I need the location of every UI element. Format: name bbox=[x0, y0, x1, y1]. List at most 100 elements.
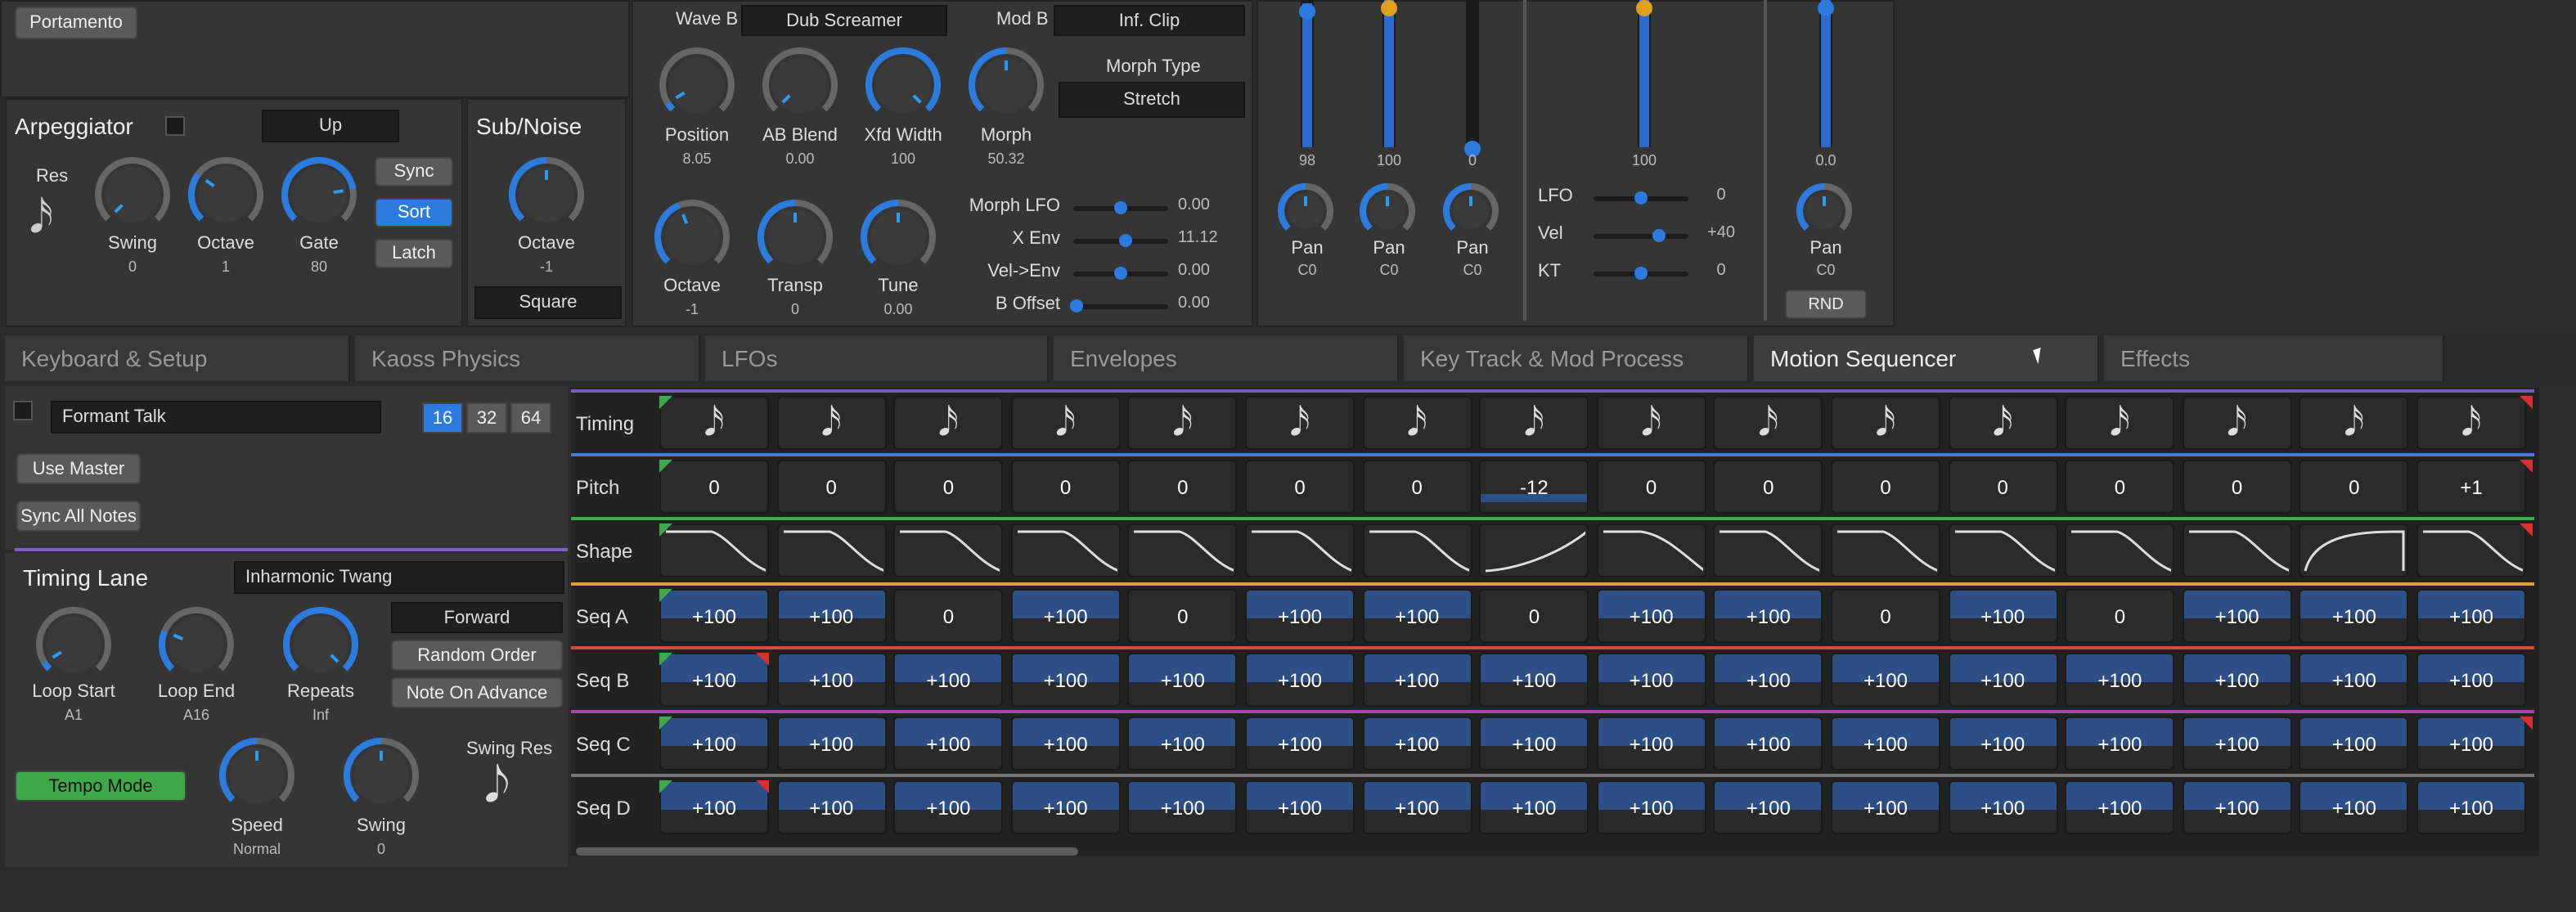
step-cell[interactable]: +100 bbox=[893, 717, 1004, 770]
step-cell[interactable]: +100 bbox=[1713, 653, 1823, 707]
direction-forward-button[interactable]: Forward bbox=[391, 602, 563, 633]
step-cell[interactable]: +100 bbox=[2182, 717, 2292, 770]
step-cell[interactable]: -12 bbox=[1479, 460, 1589, 514]
step-cell[interactable]: 0 bbox=[1831, 460, 1940, 514]
step-cell[interactable]: 0 bbox=[2065, 460, 2175, 514]
step-cell[interactable]: +100 bbox=[659, 717, 769, 770]
step-cell[interactable]: +100 bbox=[1127, 717, 1238, 770]
step-cell[interactable]: 0 bbox=[1127, 589, 1238, 643]
step-cell[interactable]: +100 bbox=[1245, 653, 1355, 707]
direction-note-on-advance-button[interactable]: Note On Advance bbox=[391, 677, 563, 708]
step-cell[interactable]: 0 bbox=[776, 460, 887, 514]
step-cell[interactable] bbox=[1127, 523, 1238, 577]
length-64-button[interactable]: 64 bbox=[510, 402, 551, 434]
step-cell[interactable]: 𝅘𝅥𝅯 bbox=[893, 396, 1004, 450]
arp-enable-checkbox[interactable] bbox=[165, 116, 185, 136]
step-cell[interactable]: +100 bbox=[1948, 589, 2058, 643]
step-cell[interactable]: +100 bbox=[893, 780, 1004, 834]
step-cell[interactable]: +100 bbox=[1010, 653, 1121, 707]
tab-motion-sequencer[interactable]: Motion Sequencer bbox=[1754, 335, 2099, 381]
use-master-button[interactable]: Use Master bbox=[16, 453, 141, 484]
sync-all-notes-button[interactable]: Sync All Notes bbox=[16, 501, 141, 532]
step-cell[interactable]: +100 bbox=[1127, 780, 1238, 834]
step-cell[interactable]: 𝅘𝅥𝅯 bbox=[776, 396, 887, 450]
step-cell[interactable]: 0 bbox=[1596, 460, 1706, 514]
step-cell[interactable]: 0 bbox=[1362, 460, 1472, 514]
step-cell[interactable] bbox=[2299, 523, 2409, 577]
step-cell[interactable]: +100 bbox=[2416, 780, 2526, 834]
osc-transp-knob[interactable] bbox=[756, 198, 834, 276]
step-cell[interactable]: +100 bbox=[2182, 780, 2292, 834]
step-cell[interactable] bbox=[1831, 523, 1940, 577]
mod-slider[interactable] bbox=[1594, 229, 1688, 242]
step-cell[interactable]: 0 bbox=[2182, 460, 2292, 514]
step-cell[interactable]: +100 bbox=[1010, 589, 1121, 643]
step-cell[interactable]: +100 bbox=[1479, 717, 1589, 770]
seq-speed-knob[interactable] bbox=[218, 736, 296, 815]
step-cell[interactable]: 0 bbox=[893, 589, 1004, 643]
tab-kaoss-physics[interactable]: Kaoss Physics bbox=[355, 335, 700, 381]
arp-sort-button[interactable]: Sort bbox=[375, 198, 453, 227]
step-cell[interactable]: +100 bbox=[1010, 780, 1121, 834]
seq-enable-checkbox[interactable] bbox=[13, 401, 33, 420]
step-cell[interactable]: 𝅘𝅥𝅯 bbox=[2065, 396, 2175, 450]
step-cell[interactable]: 𝅘𝅥𝅯 bbox=[1362, 396, 1472, 450]
step-cell[interactable]: 0 bbox=[1831, 589, 1940, 643]
step-cell[interactable]: +100 bbox=[1948, 653, 2058, 707]
step-cell[interactable]: +100 bbox=[1713, 780, 1823, 834]
step-cell[interactable]: +100 bbox=[1713, 717, 1823, 770]
sub-octave-knob[interactable] bbox=[507, 155, 586, 234]
step-cell[interactable] bbox=[776, 523, 887, 577]
step-cell[interactable]: +100 bbox=[1245, 717, 1355, 770]
lane-preset-field[interactable]: Inharmonic Twang bbox=[234, 561, 564, 594]
step-cell[interactable]: +100 bbox=[1596, 653, 1706, 707]
step-cell[interactable]: 𝅘𝅥𝅯 bbox=[1596, 396, 1706, 450]
arp-swing-knob[interactable] bbox=[93, 155, 172, 234]
step-cell[interactable]: +100 bbox=[1479, 653, 1589, 707]
mixer-level-slider[interactable] bbox=[1464, 0, 1481, 157]
arp-sync-button[interactable]: Sync bbox=[375, 157, 453, 186]
step-cell[interactable]: 0 bbox=[1245, 460, 1355, 514]
mod-slider[interactable] bbox=[1594, 191, 1688, 204]
step-cell[interactable]: 𝅘𝅥𝅯 bbox=[1713, 396, 1823, 450]
direction-random-order-button[interactable]: Random Order bbox=[391, 640, 563, 671]
out-pan-knob[interactable] bbox=[1795, 182, 1854, 240]
step-cell[interactable]: +100 bbox=[2416, 653, 2526, 707]
step-cell[interactable]: +100 bbox=[2182, 589, 2292, 643]
tab-keyboard-setup[interactable]: Keyboard & Setup bbox=[5, 335, 350, 381]
step-cell[interactable]: +1 bbox=[2416, 460, 2526, 514]
lane-name-timing[interactable]: Timing bbox=[571, 396, 656, 450]
step-cell[interactable]: 𝅘𝅥𝅯 bbox=[1831, 396, 1940, 450]
step-cell[interactable]: +100 bbox=[659, 780, 769, 834]
arp-octave-knob[interactable] bbox=[187, 155, 265, 234]
step-cell[interactable]: +100 bbox=[2065, 780, 2175, 834]
step-cell[interactable]: 𝅘𝅥𝅯 bbox=[2299, 396, 2409, 450]
step-cell[interactable]: 𝅘𝅥𝅯 bbox=[1479, 396, 1589, 450]
mod-slider[interactable] bbox=[1594, 267, 1688, 280]
step-cell[interactable]: +100 bbox=[1245, 780, 1355, 834]
step-cell[interactable]: 𝅘𝅥𝅯 bbox=[659, 396, 769, 450]
step-cell[interactable] bbox=[659, 523, 769, 577]
osc-morph-knob[interactable] bbox=[967, 46, 1045, 124]
step-cell[interactable]: +100 bbox=[776, 653, 887, 707]
step-cell[interactable]: +100 bbox=[2065, 653, 2175, 707]
out-level-slider[interactable] bbox=[1818, 0, 1834, 147]
step-cell[interactable]: 0 bbox=[2299, 460, 2409, 514]
step-cell[interactable]: 0 bbox=[659, 460, 769, 514]
step-cell[interactable]: +100 bbox=[1362, 653, 1472, 707]
mixer-level-slider[interactable] bbox=[1299, 0, 1315, 147]
seq-loop-end-knob[interactable] bbox=[157, 605, 236, 684]
osc-position-knob[interactable] bbox=[658, 46, 736, 124]
seq-preset-field[interactable]: Formant Talk bbox=[51, 401, 381, 434]
osc-ab-blend-knob[interactable] bbox=[761, 46, 839, 124]
osc-slider[interactable] bbox=[1073, 234, 1168, 247]
step-cell[interactable]: +100 bbox=[1831, 780, 1940, 834]
step-cell[interactable]: +100 bbox=[893, 653, 1004, 707]
step-cell[interactable]: +100 bbox=[2299, 780, 2409, 834]
step-cell[interactable]: 0 bbox=[1479, 589, 1589, 643]
note-sixteenth-icon[interactable]: 𝅘𝅥𝅯 bbox=[29, 191, 53, 245]
step-cell[interactable]: 𝅘𝅥𝅯 bbox=[2182, 396, 2292, 450]
step-cell[interactable] bbox=[1362, 523, 1472, 577]
step-cell[interactable]: 𝅘𝅥𝅯 bbox=[1948, 396, 2058, 450]
step-cell[interactable]: +100 bbox=[776, 717, 887, 770]
